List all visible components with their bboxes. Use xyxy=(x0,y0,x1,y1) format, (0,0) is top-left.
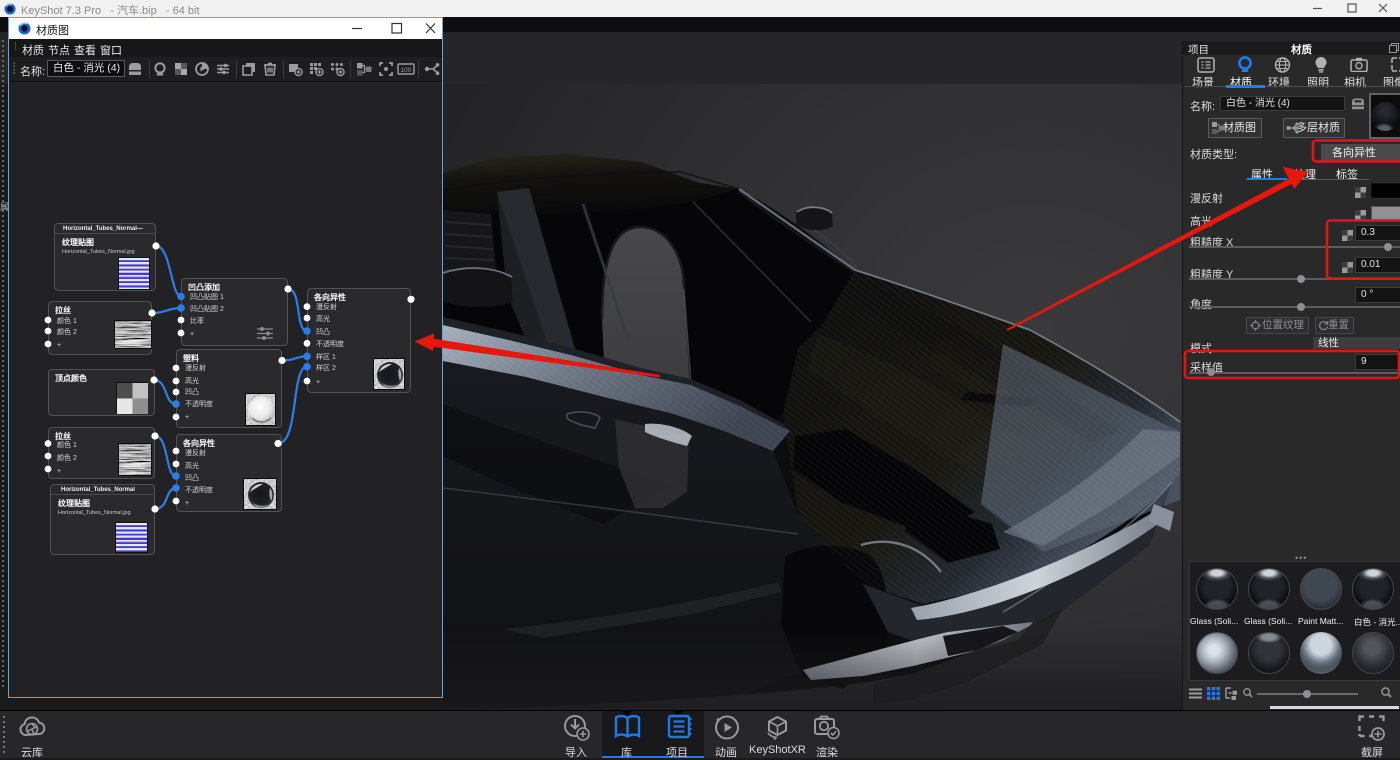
svg-text:100: 100 xyxy=(401,67,412,74)
